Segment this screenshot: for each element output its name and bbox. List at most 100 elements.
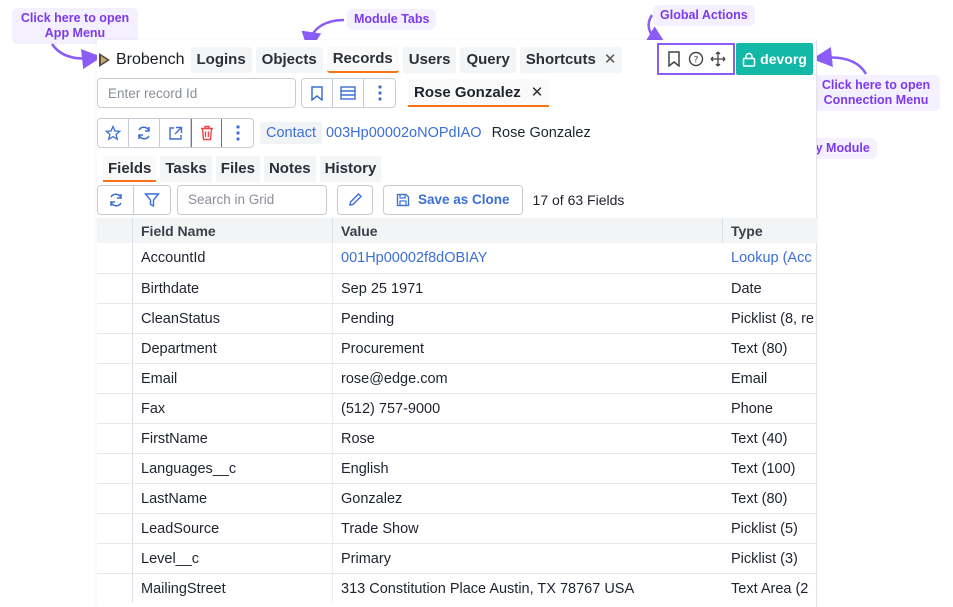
app-window: Brobench Logins Objects Records Users Qu… [97,40,817,607]
star-icon[interactable] [98,119,129,147]
table-row[interactable]: Languages__c English Text (100) [97,453,817,483]
list-icon[interactable] [333,79,364,107]
cell-field-name: LastName [133,484,333,513]
tab-shortcuts[interactable]: Shortcuts ✕ [519,47,623,73]
table-row[interactable]: LastName Gonzalez Text (80) [97,483,817,513]
row-selector[interactable] [97,274,133,303]
cell-field-name: CleanStatus [133,304,333,333]
row-selector[interactable] [97,484,133,513]
record-name: Rose Gonzalez [491,125,591,141]
table-row[interactable]: Birthdate Sep 25 1971 Date [97,273,817,303]
tab-query[interactable]: Query [460,47,516,73]
record-tab-rose-gonzalez[interactable]: Rose Gonzalez ✕ [408,79,550,107]
tab-objects[interactable]: Objects [255,47,323,73]
external-link-icon[interactable] [160,119,191,147]
edit-button[interactable] [337,184,373,215]
column-header-value[interactable]: Value [333,218,723,243]
filter-icon[interactable] [134,186,170,214]
record-id-link[interactable]: 003Hp00002oNOPdIAO [326,125,482,141]
more-vertical-icon[interactable] [364,79,395,107]
table-row[interactable]: FirstName Rose Text (40) [97,423,817,453]
record-header-row: Contact 003Hp00002oNOPdIAO Rose Gonzalez [97,118,817,148]
row-selector[interactable] [97,243,133,273]
close-icon[interactable]: ✕ [604,51,617,69]
table-row[interactable]: AccountId 001Hp00002f8dOBIAY Lookup (Acc [97,243,817,273]
cell-field-name: AccountId [133,243,333,273]
cell-type: Phone [731,400,773,417]
cell-type: Picklist (3) [731,550,798,567]
cell-field-name: Languages__c [133,454,333,483]
row-selector[interactable] [97,394,133,423]
arrow-app-menu [50,43,102,70]
row-selector[interactable] [97,514,133,543]
cell-value[interactable]: 001Hp00002f8dOBIAY [333,250,723,266]
row-selector-header [97,218,133,243]
row-selector[interactable] [97,364,133,393]
tab-history[interactable]: History [319,156,382,182]
cell-type: Text (80) [731,340,788,357]
global-actions: ? [657,43,735,75]
refresh-icon[interactable] [98,185,134,214]
tab-fields[interactable]: Fields [103,156,157,182]
record-search-actions [301,78,396,108]
table-row[interactable]: Fax (512) 757-9000 Phone [97,393,817,423]
table-row[interactable]: Department Procurement Text (80) [97,333,817,363]
record-sub-tabs: Fields Tasks Files Notes History [103,156,385,182]
grid-body: AccountId 001Hp00002f8dOBIAY Lookup (Acc Bi… [97,243,817,603]
tab-logins[interactable]: Logins [190,47,252,73]
tab-notes[interactable]: Notes [263,156,316,182]
row-selector[interactable] [97,454,133,483]
cell-type: Date [731,280,762,297]
cell-value: Procurement [341,340,425,357]
save-as-clone-button[interactable]: Save as Clone [383,184,523,215]
move-icon[interactable] [709,50,727,68]
cell-value: Gonzalez [341,490,403,507]
column-header-field-name[interactable]: Field Name [133,218,333,243]
cell-field-name: Email [133,364,333,393]
cell-value: Pending [341,310,395,327]
more-vertical-icon[interactable] [222,119,253,147]
row-selector[interactable] [97,544,133,573]
svg-text:?: ? [694,56,699,66]
tab-files[interactable]: Files [215,156,260,182]
tab-records[interactable]: Records [326,47,399,73]
row-selector[interactable] [97,574,133,603]
tab-tasks[interactable]: Tasks [160,156,212,182]
cell-type: Email [731,370,768,387]
close-icon[interactable]: ✕ [531,83,544,101]
trash-icon[interactable] [191,119,222,147]
app-menu-button[interactable]: Brobench [97,51,185,69]
arrow-module-tabs [301,18,345,52]
cell-value: (512) 757-9000 [341,400,441,417]
callout-global-actions: Global Actions [653,5,755,26]
grid-header: Field Name Value Type [97,218,817,243]
cell-value: Trade Show [341,520,419,537]
table-row[interactable]: CleanStatus Pending Picklist (8, re [97,303,817,333]
bookmark-icon[interactable] [665,50,683,68]
tab-users[interactable]: Users [402,47,457,73]
table-row[interactable]: Email rose@edge.com Email [97,363,817,393]
callout-connection-menu: Click here to open Connection Menu [812,75,940,111]
row-selector[interactable] [97,304,133,333]
table-row[interactable]: MailingStreet 313 Constitution Place Aust… [97,573,817,603]
object-type-link[interactable]: Contact [260,122,322,144]
callout-module-tabs: Module Tabs [347,9,437,30]
grid-actions [97,184,171,215]
record-id-input[interactable] [97,78,296,108]
table-row[interactable]: Level__c Primary Picklist (3) [97,543,817,573]
row-selector[interactable] [97,424,133,453]
connection-menu-button[interactable]: devorg [736,43,813,75]
cell-type: Text (80) [731,490,788,507]
help-icon[interactable]: ? [687,50,705,68]
table-row[interactable]: LeadSource Trade Show Picklist (5) [97,513,817,543]
lock-icon [742,52,756,67]
brobench-logo-icon [99,53,110,67]
row-selector[interactable] [97,334,133,363]
grid-toolbar: Save as Clone 17 of 63 Fields [97,184,817,215]
grid-search-input[interactable] [177,184,327,215]
bookmark-icon[interactable] [302,79,333,107]
column-header-type[interactable]: Type [723,218,817,243]
cell-type: Text (100) [731,460,796,477]
cell-field-name: Level__c [133,544,333,573]
refresh-icon[interactable] [129,119,160,147]
